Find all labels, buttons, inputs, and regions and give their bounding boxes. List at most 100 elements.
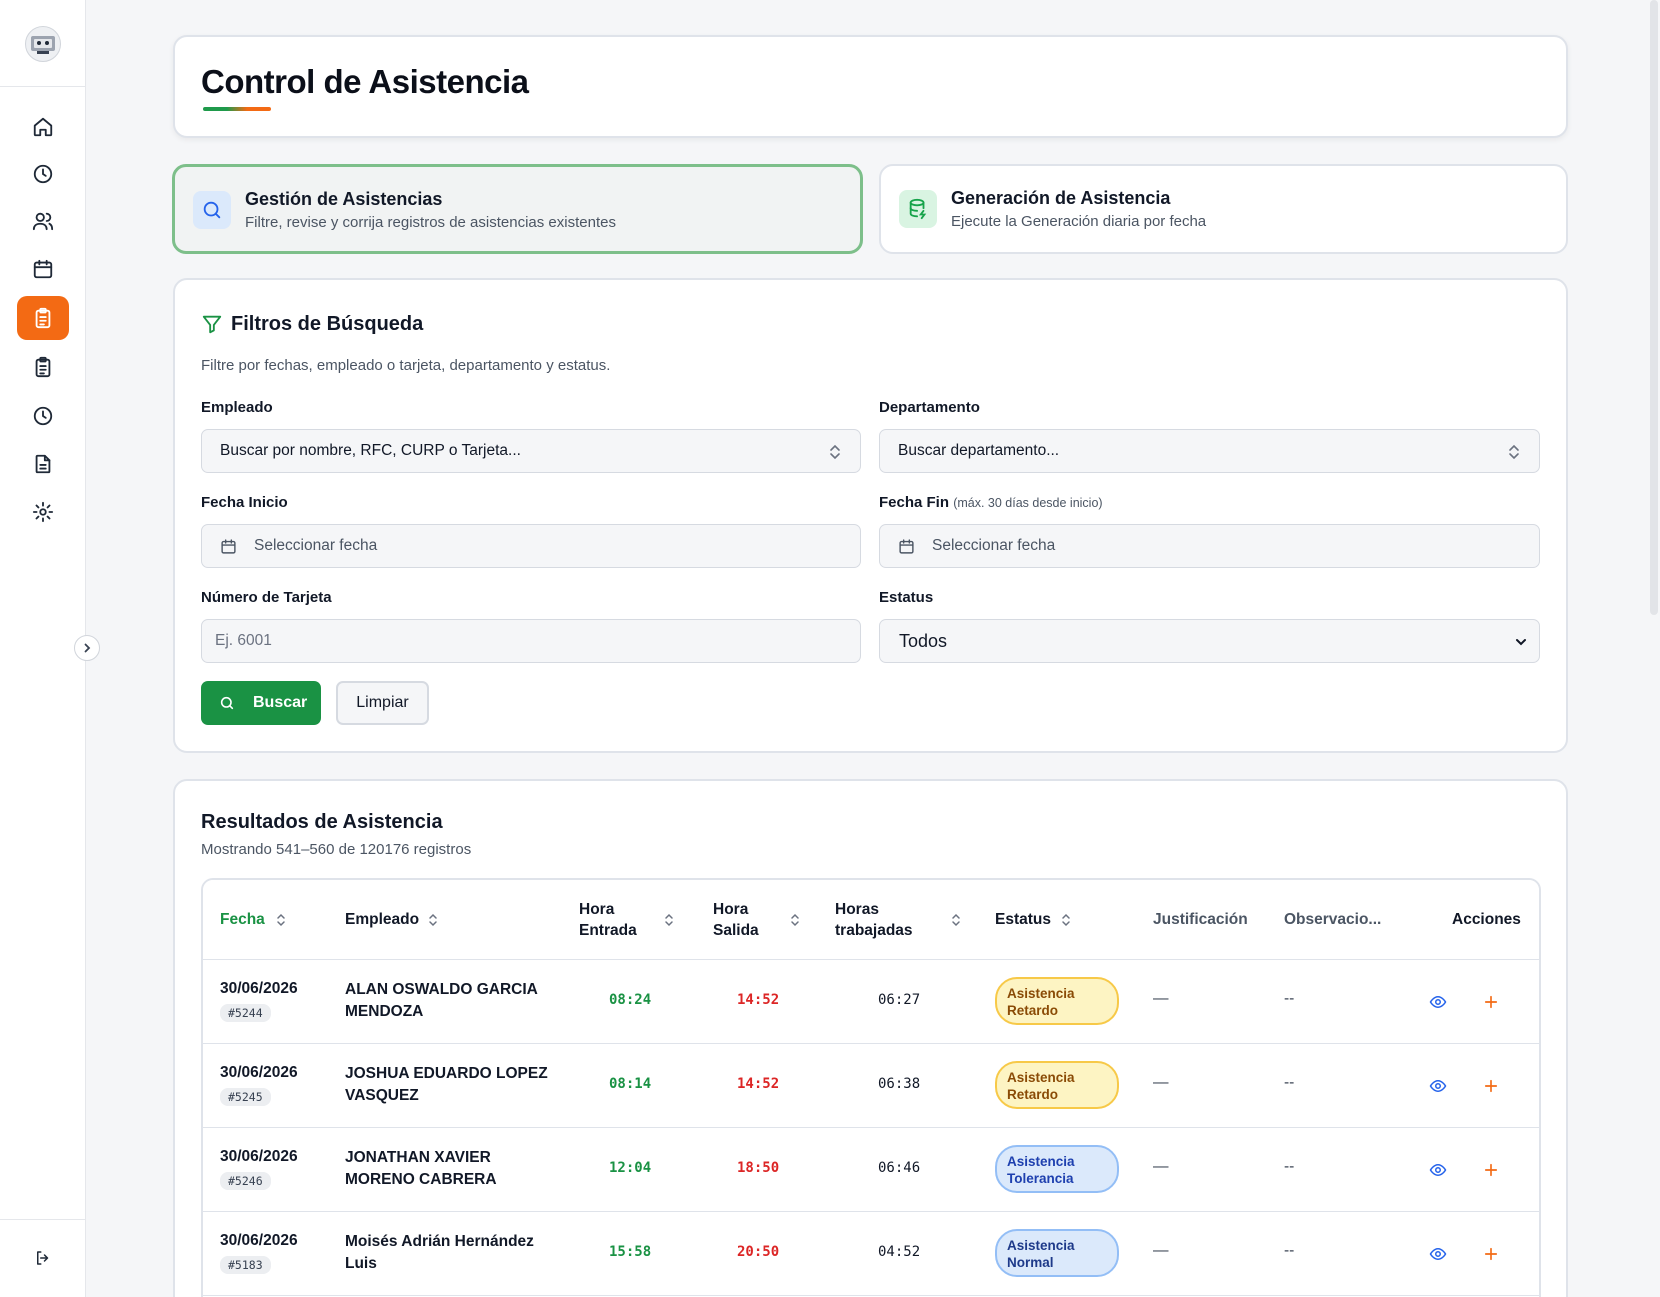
card-number-input[interactable]: Ej. 6001: [201, 619, 861, 663]
column-observaciones: Observacio...: [1284, 911, 1382, 928]
document-icon: [35, 454, 51, 474]
filters-hint: Filtre por fechas, empleado o tarjeta, d…: [201, 357, 611, 374]
row-time-worked: 06:38: [878, 1076, 921, 1092]
row-time-out: 20:50: [737, 1244, 780, 1260]
page-scrollbar[interactable]: [1646, 0, 1660, 1297]
clear-button[interactable]: Limpiar: [336, 681, 429, 725]
calendar-icon: [899, 539, 914, 554]
end-date-note: (máx. 30 días desde inicio): [953, 496, 1103, 510]
chevron-down-icon: [1516, 639, 1526, 646]
table-row: 30/06/2026 #5246 JONATHAN XAVIER MORENO C…: [203, 1128, 1539, 1212]
department-combobox[interactable]: Buscar departamento...: [879, 429, 1540, 473]
calendar-icon: [221, 539, 236, 554]
search-button-label: Buscar: [253, 694, 308, 711]
search-icon: [220, 696, 234, 710]
status-badge: Asistencia Normal: [995, 1229, 1119, 1277]
row-card-badge: #5245: [220, 1088, 271, 1106]
sidebar-divider-bottom: [0, 1219, 86, 1220]
sidebar-item-users[interactable]: [17, 199, 69, 243]
row-employee: JOSHUA EDUARDO LOPEZ VASQUEZ: [345, 1065, 548, 1104]
row-card-badge: #5244: [220, 1004, 271, 1022]
plus-icon[interactable]: [1482, 1245, 1500, 1263]
plus-icon[interactable]: [1482, 1161, 1500, 1179]
sidebar-item-settings[interactable]: [17, 490, 69, 534]
results-summary: Mostrando 541–560 de 120176 registros: [201, 841, 472, 858]
table-row: 30/06/2026 #5183 Moisés Adrián Hernández…: [203, 1212, 1539, 1296]
mode-card-generacion[interactable]: Generación de Asistencia Ejecute la Gene…: [879, 164, 1568, 254]
row-employee: Moisés Adrián Hernández Luis: [345, 1233, 534, 1272]
mode-title: Gestión de Asistencias: [245, 189, 443, 209]
sidebar-item-schedules[interactable]: [17, 394, 69, 438]
plus-icon[interactable]: [1482, 1077, 1500, 1095]
row-observation: --: [1284, 990, 1295, 1007]
filters-panel: Filtros de Búsqueda Filtre por fechas, e…: [173, 278, 1568, 753]
column-acciones: Acciones: [1452, 911, 1521, 928]
search-button[interactable]: Buscar: [201, 681, 321, 725]
plus-icon[interactable]: [1482, 993, 1500, 1011]
sort-icon[interactable]: [1061, 912, 1071, 928]
sidebar-item-home[interactable]: [17, 105, 69, 149]
row-justification: —: [1153, 1074, 1169, 1091]
scrollbar-thumb[interactable]: [1650, 0, 1658, 615]
eye-icon[interactable]: [1429, 1245, 1447, 1263]
column-empleado[interactable]: Empleado: [345, 909, 419, 930]
calendar-icon: [33, 259, 53, 279]
sort-icon[interactable]: [664, 912, 674, 928]
sidebar-item-attendance[interactable]: [17, 296, 69, 340]
status-select[interactable]: Todos: [879, 619, 1540, 663]
sidebar-item-clock[interactable]: [17, 152, 69, 196]
row-date: 30/06/2026: [220, 1232, 298, 1249]
sort-icon[interactable]: [951, 912, 961, 928]
sort-icon[interactable]: [276, 912, 286, 928]
status-badge: Asistencia Retardo: [995, 1061, 1119, 1109]
column-hora-entrada[interactable]: Hora Entrada: [579, 899, 637, 941]
end-date-label: Fecha Fin (máx. 30 días desde inicio): [879, 494, 1103, 511]
row-time-out: 14:52: [737, 992, 780, 1008]
end-date-picker[interactable]: Seleccionar fecha: [879, 524, 1540, 568]
row-time-in: 08:24: [609, 992, 652, 1008]
filter-icon: [202, 315, 222, 334]
logo[interactable]: [25, 26, 61, 62]
row-time-in: 08:14: [609, 1076, 652, 1092]
row-date: 30/06/2026: [220, 980, 298, 997]
mode-subtitle: Filtre, revise y corrija registros de as…: [245, 214, 616, 231]
sidebar-item-reports[interactable]: [17, 345, 69, 389]
logout-button[interactable]: [17, 1236, 69, 1280]
results-panel: Resultados de Asistencia Mostrando 541–5…: [173, 779, 1568, 1297]
eye-icon[interactable]: [1429, 1077, 1447, 1095]
employee-combobox[interactable]: Buscar por nombre, RFC, CURP o Tarjeta..…: [201, 429, 861, 473]
column-fecha[interactable]: Fecha: [220, 909, 265, 930]
row-time-worked: 06:27: [878, 992, 921, 1008]
column-estatus[interactable]: Estatus: [995, 909, 1051, 930]
eye-icon[interactable]: [1429, 993, 1447, 1011]
clipboard-list-icon: [35, 307, 51, 329]
logo-emblem-icon: [31, 36, 55, 54]
search-icon: [203, 201, 221, 219]
sidebar-item-calendar[interactable]: [17, 247, 69, 291]
database-bolt-icon: [909, 198, 927, 220]
title-underline: [203, 107, 271, 111]
row-time-worked: 06:46: [878, 1160, 921, 1176]
mode-subtitle: Ejecute la Generación diaria por fecha: [951, 213, 1207, 230]
row-employee: JONATHAN XAVIER MORENO CABRERA: [345, 1149, 497, 1188]
clock-alt-icon: [33, 406, 53, 426]
eye-icon[interactable]: [1429, 1161, 1447, 1179]
sidebar-item-documents[interactable]: [17, 442, 69, 486]
page-title: Control de Asistencia: [201, 63, 529, 100]
department-combobox-value: Buscar departamento...: [898, 442, 1060, 459]
sidebar-toggle-button[interactable]: [74, 635, 100, 661]
sidebar-divider: [0, 86, 86, 87]
sort-icon[interactable]: [428, 912, 438, 928]
status-select-value: Todos: [899, 630, 948, 651]
employee-combobox-value: Buscar por nombre, RFC, CURP o Tarjeta..…: [220, 442, 521, 459]
column-horas-trabajadas[interactable]: Horas trabajadas: [835, 899, 913, 941]
column-justificacion: Justificación: [1153, 911, 1248, 928]
chevrons-up-down-icon: [830, 444, 840, 460]
row-justification: —: [1153, 990, 1169, 1007]
column-hora-salida[interactable]: Hora Salida: [713, 899, 759, 941]
start-date-picker[interactable]: Seleccionar fecha: [201, 524, 861, 568]
sort-icon[interactable]: [790, 912, 800, 928]
row-date: 30/06/2026: [220, 1064, 298, 1081]
start-date-label: Fecha Inicio: [201, 494, 288, 511]
mode-card-gestion[interactable]: Gestión de Asistencias Filtre, revise y …: [172, 164, 863, 254]
